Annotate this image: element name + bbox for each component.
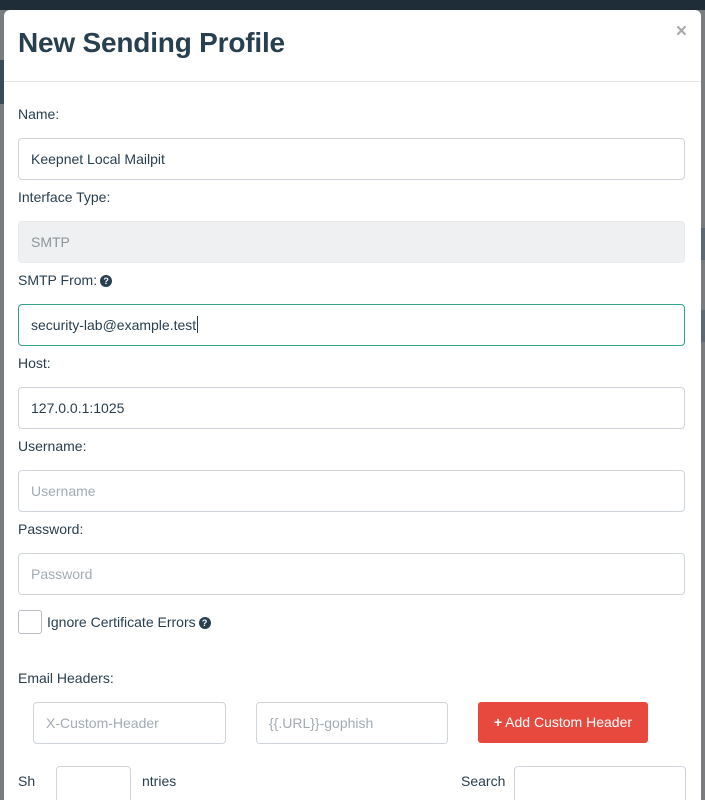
question-circle-icon[interactable]: ? [100, 275, 113, 287]
ignore-cert-label-text: Ignore Certificate Errors [47, 614, 196, 630]
table-search-input[interactable] [514, 766, 686, 800]
interface-type-value: SMTP [31, 234, 70, 250]
smtp-from-input[interactable]: security-lab@example.test [18, 304, 685, 346]
sending-profile-modal: New Sending Profile × Name: Keepnet Loca… [4, 10, 701, 800]
add-custom-header-label: Add Custom Header [505, 714, 633, 730]
interface-type-label: Interface Type: [18, 189, 111, 205]
text-caret [197, 316, 199, 333]
smtp-from-value: security-lab@example.test [31, 317, 197, 333]
host-value: 127.0.0.1:1025 [31, 400, 125, 416]
question-circle-icon[interactable]: ? [198, 617, 211, 629]
modal-header: New Sending Profile × [4, 10, 701, 82]
interface-type-input: SMTP [18, 221, 685, 263]
username-placeholder: Username [31, 483, 96, 499]
email-headers-label: Email Headers: [18, 670, 114, 686]
password-placeholder: Password [31, 566, 93, 582]
name-input[interactable]: Keepnet Local Mailpit [18, 138, 685, 180]
username-label: Username: [18, 438, 87, 454]
header-name-placeholder: X-Custom-Header [46, 715, 159, 731]
username-input[interactable]: Username [18, 470, 685, 512]
header-name-input[interactable]: X-Custom-Header [33, 702, 226, 744]
plus-icon: + [493, 714, 503, 730]
background-element [701, 228, 705, 260]
name-label: Name: [18, 106, 60, 122]
host-input[interactable]: 127.0.0.1:1025 [18, 387, 685, 429]
password-label: Password: [18, 521, 84, 537]
close-icon[interactable]: × [676, 22, 687, 42]
smtp-from-label-text: SMTP From: [18, 272, 98, 288]
host-label: Host: [18, 355, 51, 371]
show-entries-label: Sh [18, 773, 36, 789]
entries-select[interactable] [56, 766, 131, 800]
smtp-from-label: SMTP From:? [18, 272, 113, 288]
search-label: Search [461, 773, 506, 789]
background-navbar [0, 0, 705, 10]
entries-label: ntries [142, 773, 177, 789]
name-input-value: Keepnet Local Mailpit [31, 151, 165, 167]
background-element [701, 310, 705, 342]
add-custom-header-button[interactable]: + Add Custom Header [478, 702, 648, 743]
header-value-placeholder: {{.URL}}-gophish [269, 715, 374, 731]
password-input[interactable]: Password [18, 553, 685, 595]
ignore-cert-label: Ignore Certificate Errors? [47, 614, 211, 630]
header-value-input[interactable]: {{.URL}}-gophish [256, 702, 448, 744]
ignore-cert-checkbox[interactable] [18, 610, 42, 634]
modal-title: New Sending Profile [18, 27, 285, 58]
